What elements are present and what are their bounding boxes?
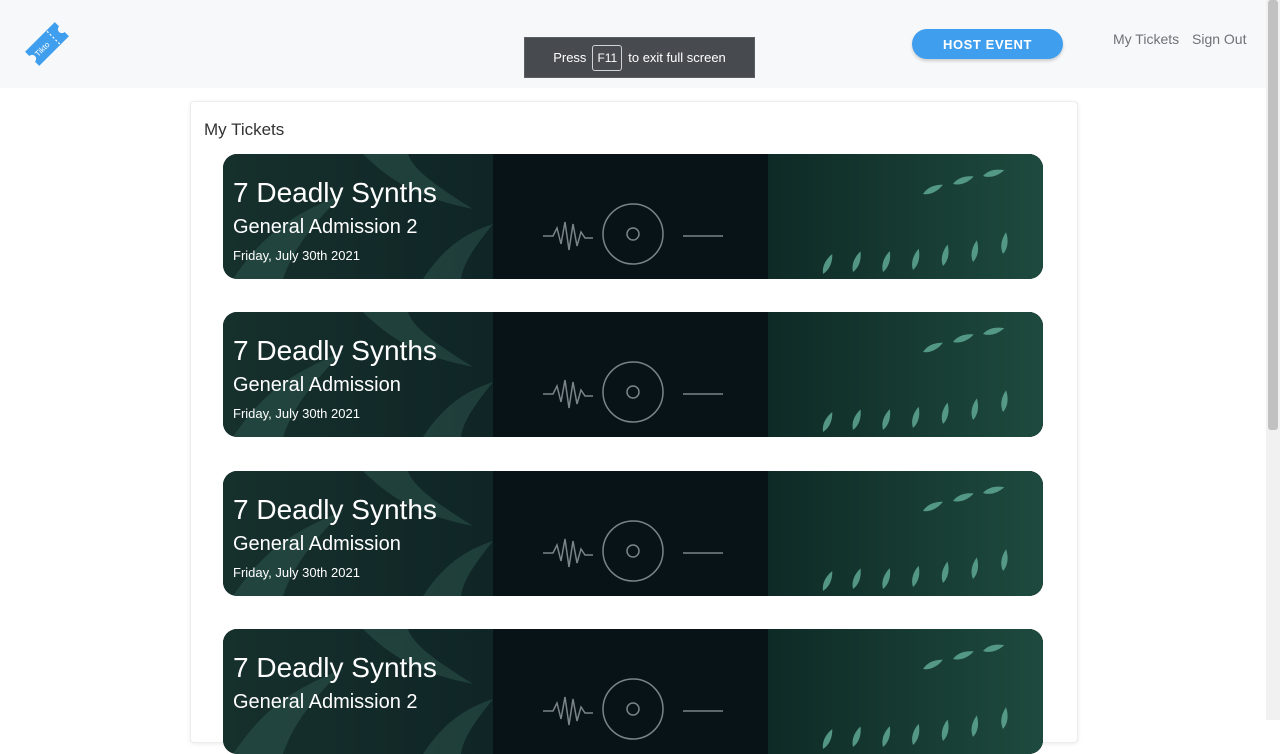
host-event-button[interactable]: HOST EVENT [912, 29, 1063, 59]
top-navigation-bar: Tikto Press F11 to exit full screen HOST… [0, 0, 1266, 88]
ticket-card[interactable]: 7 Deadly Synths General Admission 2 [223, 629, 1043, 754]
my-tickets-card: My Tickets 7 Deadly Synths General Admis… [190, 101, 1078, 754]
page-scrollbar[interactable] [1266, 0, 1280, 720]
ticket-event-name: 7 Deadly Synths [233, 335, 437, 366]
nav-my-tickets-link[interactable]: My Tickets [1113, 31, 1179, 47]
ticket-card[interactable]: 7 Deadly Synths General Admission Friday… [223, 471, 1043, 596]
fullscreen-hint-prefix: Press [553, 50, 587, 65]
ticket-admission-type: General Admission 2 [233, 691, 418, 713]
ticket-date: Friday, July 30th 2021 [233, 248, 360, 263]
ticket-admission-type: General Admission [233, 374, 401, 396]
ticket-admission-type: General Admission 2 [233, 216, 418, 238]
fullscreen-hint-suffix: to exit full screen [628, 50, 726, 65]
tikto-logo-icon[interactable]: Tikto [20, 16, 74, 72]
ticket-card[interactable]: 7 Deadly Synths General Admission 2 Frid… [223, 154, 1043, 279]
ticket-date: Friday, July 30th 2021 [233, 565, 360, 580]
ticket-event-name: 7 Deadly Synths [233, 177, 437, 208]
ticket-card[interactable]: 7 Deadly Synths General Admission Friday… [223, 312, 1043, 437]
ticket-admission-type: General Admission [233, 533, 401, 555]
f11-key-badge: F11 [592, 44, 623, 71]
ticket-event-name: 7 Deadly Synths [233, 494, 437, 525]
ticket-date: Friday, July 30th 2021 [233, 406, 360, 421]
nav-sign-out-link[interactable]: Sign Out [1192, 31, 1246, 47]
page-title: My Tickets [204, 120, 285, 139]
fullscreen-exit-hint: Press F11 to exit full screen [524, 37, 755, 78]
ticket-event-name: 7 Deadly Synths [233, 652, 437, 683]
scrollbar-thumb[interactable] [1268, 0, 1278, 430]
